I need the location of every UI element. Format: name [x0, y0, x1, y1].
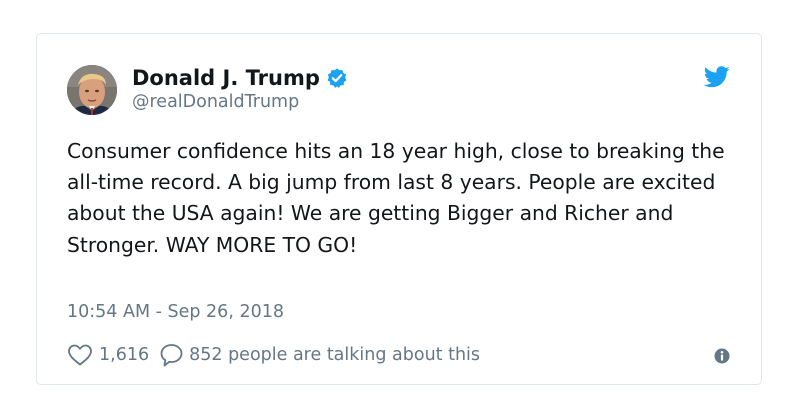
tweet-actions: 1,616 852 people are talking about this — [67, 341, 480, 369]
heart-icon — [67, 343, 93, 367]
twitter-bird-icon[interactable] — [703, 66, 730, 88]
tweet-text: Consumer confidence hits an 18 year high… — [67, 139, 725, 257]
display-name[interactable]: Donald J. Trump — [132, 66, 320, 90]
like-count: 1,616 — [99, 345, 150, 365]
user-handle[interactable]: @realDonaldTrump — [132, 92, 299, 112]
speech-bubble-icon — [159, 342, 185, 368]
profile-photo — [67, 65, 117, 115]
like-button[interactable]: 1,616 — [67, 343, 159, 367]
avatar[interactable] — [67, 65, 117, 115]
verified-badge-icon — [326, 67, 348, 89]
info-icon[interactable] — [714, 348, 730, 364]
tweet-timestamp[interactable]: 10:54 AM - Sep 26, 2018 — [67, 302, 284, 322]
talking-count-text: 852 people are talking about this — [189, 345, 481, 365]
author-name-row: Donald J. Trump — [132, 64, 348, 92]
conversation-link[interactable]: 852 people are talking about this — [159, 342, 480, 368]
tweet-card: Donald J. Trump @realDonaldTrump Consume… — [36, 33, 762, 385]
